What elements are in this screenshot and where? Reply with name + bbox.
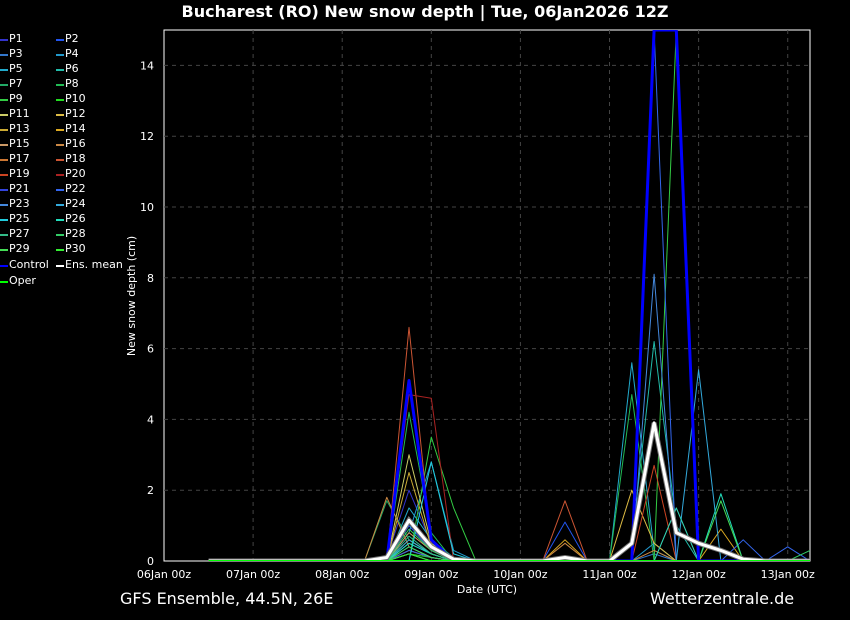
- x-tick-label: 09Jan 00z: [404, 568, 458, 581]
- legend-swatch: [0, 159, 8, 161]
- legend-swatch: [0, 174, 8, 176]
- legend-swatch: [0, 234, 8, 236]
- legend-label: Control: [9, 258, 49, 271]
- x-tick-label: 10Jan 00z: [493, 568, 547, 581]
- legend-label: P6: [65, 62, 79, 75]
- legend-swatch: [56, 249, 64, 251]
- legend-swatch: [0, 114, 8, 116]
- legend-swatch: [56, 204, 64, 206]
- legend-swatch: [56, 84, 64, 86]
- legend-swatch: [56, 114, 64, 116]
- y-tick-label: 4: [147, 413, 154, 426]
- legend-swatch: [0, 99, 8, 101]
- legend-swatch: [56, 159, 64, 161]
- legend-swatch: [0, 219, 8, 221]
- legend-swatch: [56, 189, 64, 191]
- legend-label: P15: [9, 137, 30, 150]
- x-tick-label: 08Jan 00z: [315, 568, 369, 581]
- legend-label: P20: [65, 167, 86, 180]
- legend-label: P7: [9, 77, 23, 90]
- legend-swatch: [0, 265, 8, 267]
- legend-label: Oper: [9, 274, 36, 287]
- legend-label: P5: [9, 62, 23, 75]
- legend-label: P12: [65, 107, 86, 120]
- x-tick-label: 07Jan 00z: [226, 568, 280, 581]
- y-axis-label: New snow depth (cm): [125, 236, 138, 356]
- legend-label: P2: [65, 32, 79, 45]
- legend-swatch: [56, 99, 64, 101]
- x-axis-label: Date (UTC): [457, 583, 517, 596]
- legend-label: P8: [65, 77, 79, 90]
- legend-label: P21: [9, 182, 30, 195]
- legend-swatch: [0, 204, 8, 206]
- y-tick-label: 10: [140, 201, 154, 214]
- legend-swatch: [0, 144, 8, 146]
- legend-label: P30: [65, 242, 86, 255]
- legend-swatch: [56, 39, 64, 41]
- legend-label: P13: [9, 122, 30, 135]
- legend-label: P19: [9, 167, 30, 180]
- x-tick-label: 12Jan 00z: [672, 568, 726, 581]
- y-tick-label: 12: [140, 130, 154, 143]
- legend-swatch: [0, 249, 8, 251]
- legend-swatch: [0, 281, 8, 283]
- legend-label: P29: [9, 242, 30, 255]
- legend-swatch: [0, 39, 8, 41]
- legend-label: Ens. mean: [65, 258, 123, 271]
- legend-label: P17: [9, 152, 30, 165]
- plot-frame: [163, 29, 811, 562]
- legend-label: P9: [9, 92, 23, 105]
- legend-swatch: [56, 144, 64, 146]
- legend-label: P14: [65, 122, 86, 135]
- legend-swatch: [0, 69, 8, 71]
- legend-swatch: [56, 174, 64, 176]
- y-tick-label: 2: [147, 484, 154, 497]
- legend-swatch: [56, 219, 64, 221]
- x-tick-label: 06Jan 00z: [137, 568, 191, 581]
- y-tick-label: 6: [147, 343, 154, 356]
- legend-label: P11: [9, 107, 30, 120]
- y-tick-label: 8: [147, 272, 154, 285]
- legend-label: P10: [65, 92, 86, 105]
- legend-swatch: [56, 234, 64, 236]
- legend-label: P26: [65, 212, 86, 225]
- legend-label: P3: [9, 47, 23, 60]
- y-tick-label: 14: [140, 59, 154, 72]
- legend-label: P27: [9, 227, 30, 240]
- legend-swatch: [56, 129, 64, 131]
- legend-swatch: [56, 54, 64, 56]
- footer-model-info: GFS Ensemble, 44.5N, 26E: [120, 589, 334, 608]
- legend-swatch: [0, 129, 8, 131]
- legend-label: P16: [65, 137, 86, 150]
- y-tick-label: 0: [147, 555, 154, 568]
- legend-label: P28: [65, 227, 86, 240]
- legend-label: P1: [9, 32, 23, 45]
- legend-label: P18: [65, 152, 86, 165]
- legend-label: P25: [9, 212, 30, 225]
- snow-depth-chart: 0 2 4 6 8 10 12 14 06Jan 00z 07Jan 00z 08Jan 00z 09…: [125, 29, 815, 596]
- x-tick-label: 13Jan 00z: [761, 568, 815, 581]
- legend-swatch: [0, 84, 8, 86]
- legend-label: P4: [65, 47, 79, 60]
- legend-swatch: [56, 69, 64, 71]
- legend-label: P23: [9, 197, 30, 210]
- footer-source[interactable]: Wetterzentrale.de: [650, 589, 794, 608]
- legend-label: P24: [65, 197, 86, 210]
- legend-label: P22: [65, 182, 86, 195]
- legend-swatch: [0, 189, 8, 191]
- legend-swatch: [0, 54, 8, 56]
- x-tick-label: 11Jan 00z: [582, 568, 636, 581]
- legend-swatch: [56, 265, 64, 267]
